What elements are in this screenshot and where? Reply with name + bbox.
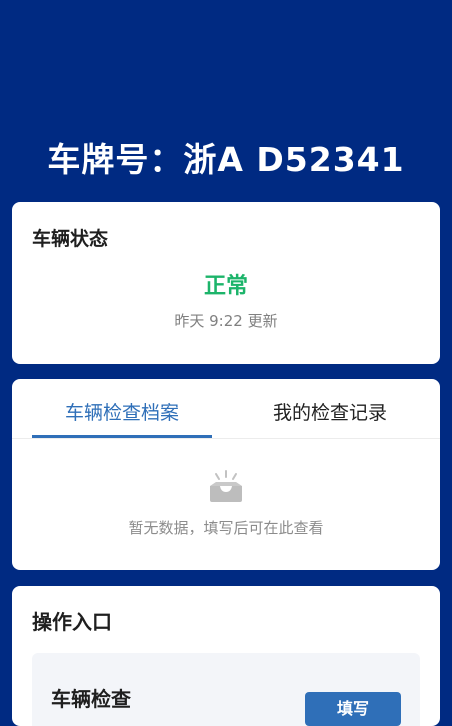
operation-item-vehicle-inspection: 车辆检查 填写	[32, 653, 420, 726]
tab-my-inspection-records[interactable]: 我的检查记录	[240, 399, 420, 427]
status-updated-time: 昨天 9:22 更新	[174, 312, 278, 330]
empty-state-text: 暂无数据，填写后可在此查看	[128, 519, 324, 537]
tab-divider	[12, 438, 440, 439]
records-tabs-card: 车辆检查档案 我的检查记录 暂无数据，填写后可在此查看	[12, 379, 440, 570]
operations-card: 操作入口 车辆检查 填写	[12, 586, 440, 726]
tab-vehicle-inspection-archive[interactable]: 车辆检查档案	[32, 399, 212, 427]
vehicle-status-card: 车辆状态 正常 昨天 9:22 更新	[12, 202, 440, 364]
operations-card-heading: 操作入口	[32, 610, 112, 634]
status-badge: 正常	[203, 274, 248, 299]
status-card-heading: 车辆状态	[32, 228, 109, 250]
empty-inbox-icon	[210, 470, 242, 502]
page-title: 车牌号：浙A D52341	[47, 140, 405, 179]
fill-in-button[interactable]: 填写	[305, 692, 401, 726]
